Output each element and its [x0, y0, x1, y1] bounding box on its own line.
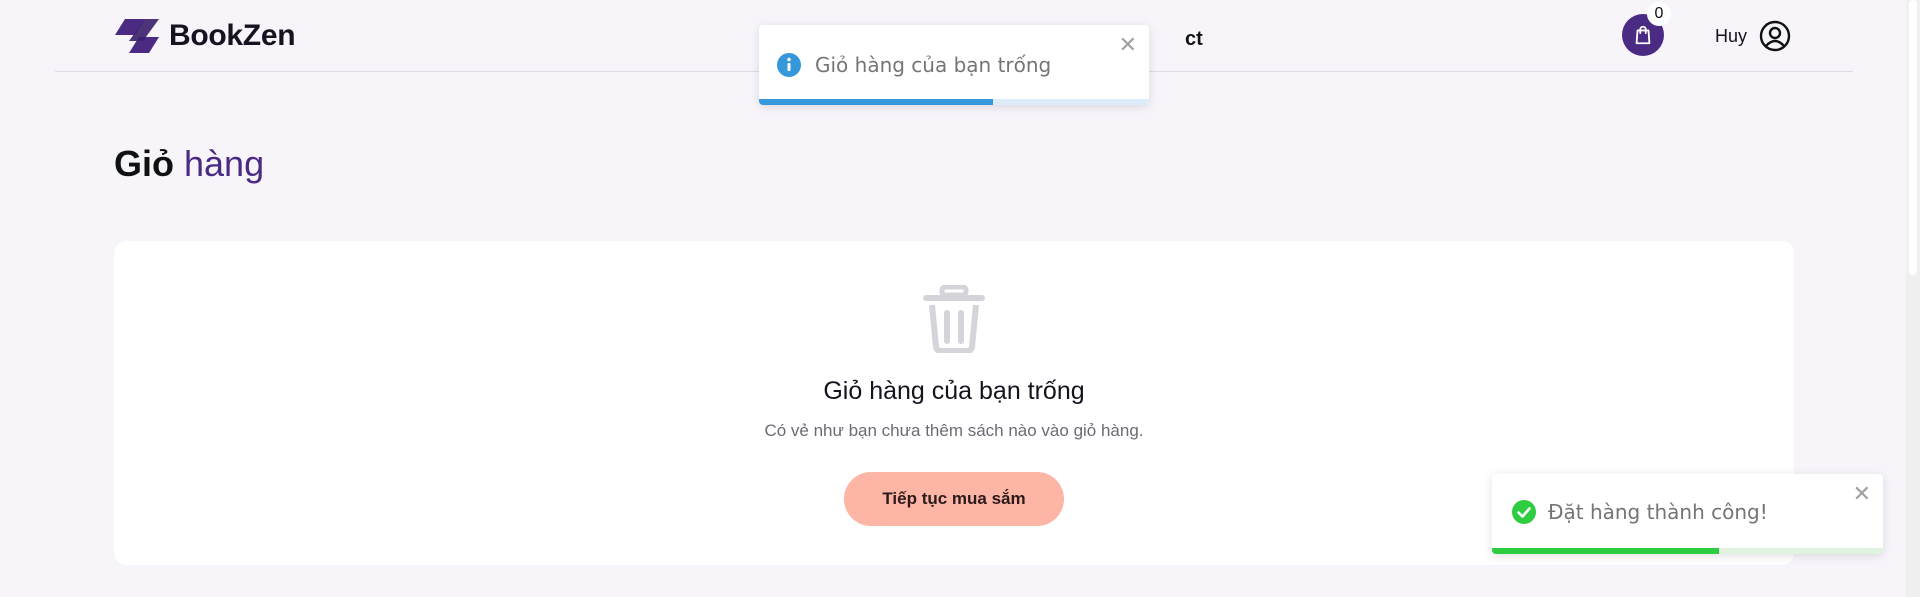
logo-icon — [115, 19, 159, 53]
shopping-bag-icon — [1635, 25, 1651, 45]
scrollbar-thumb[interactable] — [1909, 0, 1917, 275]
user-circle-icon — [1759, 20, 1791, 52]
continue-shopping-button[interactable]: Tiếp tục mua sắm — [844, 472, 1064, 526]
toast-info: Giỏ hàng của bạn trống ✕ — [759, 25, 1149, 105]
cart-count-badge: 0 — [1647, 2, 1671, 26]
toast-success-message: Đặt hàng thành công! — [1548, 500, 1768, 524]
toast-success-progress-bar — [1492, 548, 1719, 554]
user-name: Huy — [1715, 25, 1748, 46]
brand-name: BookZen — [169, 19, 296, 52]
info-icon — [777, 53, 801, 77]
check-circle-icon — [1512, 500, 1536, 524]
page-title: Giỏ hàng — [114, 140, 264, 188]
toast-info-progress-track — [759, 99, 1149, 105]
nav-item-contact[interactable]: ct — [1185, 28, 1203, 51]
empty-cart-description: Có vẻ như bạn chưa thêm sách nào vào giỏ… — [764, 421, 1144, 440]
trash-icon — [923, 285, 985, 353]
user-menu[interactable]: Huy — [1715, 20, 1791, 52]
brand-logo[interactable]: BookZen — [115, 18, 296, 54]
close-icon[interactable]: ✕ — [1853, 482, 1871, 507]
close-icon[interactable]: ✕ — [1119, 33, 1137, 58]
toast-info-progress-bar — [759, 99, 993, 105]
empty-cart-title: Giỏ hàng của bạn trống — [823, 377, 1085, 405]
toast-success-progress-track — [1492, 548, 1883, 554]
page-title-bold: Giỏ — [114, 143, 174, 184]
toast-info-message: Giỏ hàng của bạn trống — [815, 53, 1052, 77]
toast-success: Đặt hàng thành công! ✕ — [1492, 474, 1883, 554]
page-title-light: hàng — [184, 143, 265, 184]
page-scrollbar[interactable] — [1906, 0, 1920, 597]
